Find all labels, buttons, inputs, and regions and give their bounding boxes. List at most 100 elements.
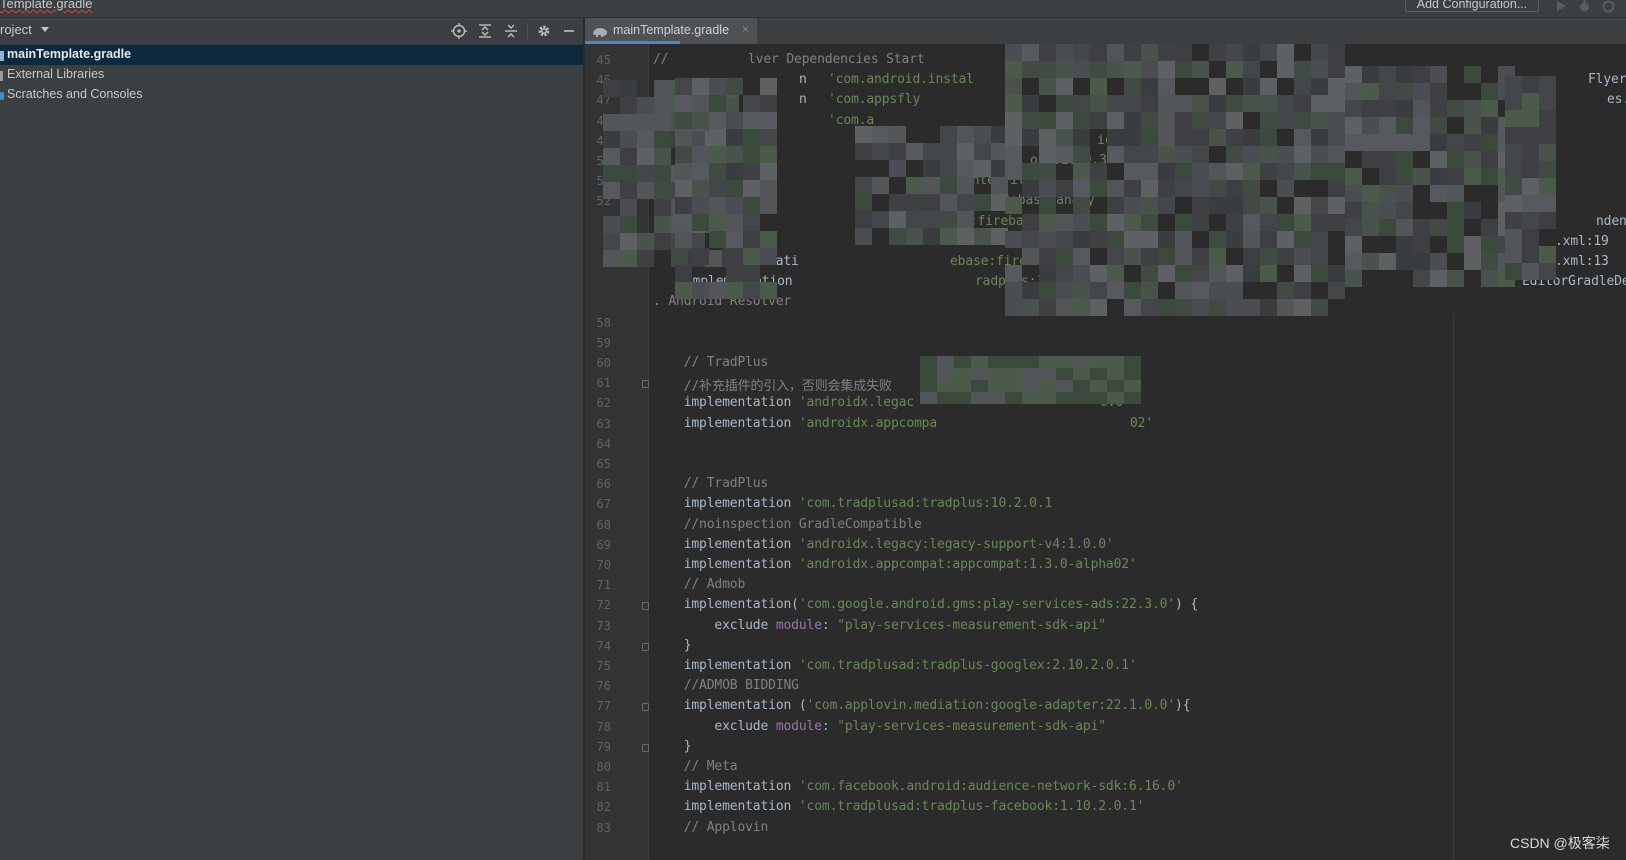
code-token: 'androidx.appcompat:appcompat:1.3.0-alph…: [798, 557, 1137, 572]
code-token: }: [653, 637, 692, 653]
line-number: 74: [596, 638, 611, 653]
line-number: 80: [596, 760, 611, 774]
code-token: EditorGradleDep: [1522, 274, 1626, 290]
code-token: .xml:19: [1555, 233, 1609, 249]
code-token: //: [653, 52, 677, 67]
code-token: exclude: [653, 617, 776, 633]
code-line: // Admob: [653, 577, 1623, 592]
code-line: exclude module: "play-services-measureme…: [653, 719, 1623, 734]
minimize-icon[interactable]: [561, 23, 577, 39]
code-token: //noinspection GradleCompatible: [653, 516, 922, 532]
code-token: 'com.google.android.gms:play-services-ad…: [798, 597, 1176, 613]
code-token: // Meta: [653, 759, 738, 774]
code-token: implementation: [653, 658, 799, 673]
expand-all-icon[interactable]: [477, 23, 493, 39]
code-token: "play-services-measurement-sdk-api": [837, 617, 1106, 633]
debug-icon[interactable]: [1578, 0, 1591, 13]
add-configuration-button[interactable]: Add Configuration...: [1405, 0, 1539, 12]
collapse-all-icon[interactable]: [503, 23, 519, 39]
scratches-icon: [0, 90, 6, 100]
project-view-selector[interactable]: roject: [0, 22, 32, 37]
line-number: 58: [596, 315, 611, 330]
code-token: 'com.applovin.mediation:google-adapter:2…: [806, 698, 1176, 714]
code-line: implementation 'androidx.appcompa 02': [653, 416, 1623, 431]
code-token: }: [653, 738, 692, 754]
watermark: CSDN @极客柒: [1510, 835, 1610, 851]
fold-marker-icon[interactable]: [642, 380, 649, 389]
line-number: 62: [596, 396, 611, 411]
code-token: 'com.tradplusad:tradplus:10.2.0.1: [798, 496, 1053, 512]
line-number: 76: [596, 679, 611, 694]
code-token: FlyerD: [1588, 72, 1626, 88]
code-token: implementation: [653, 779, 799, 795]
code-token: ebase:firebase-com: [950, 254, 1089, 269]
tree-item-external-libraries[interactable]: External Libraries: [0, 65, 583, 85]
tree-item-scratches[interactable]: Scratches and Consoles: [0, 85, 583, 105]
code-token: firebase:firebase-analy: [918, 193, 1095, 209]
run-icon[interactable]: [1555, 0, 1568, 13]
line-number: 69: [596, 537, 611, 552]
code-line: //noinspection GradleCompatible: [653, 517, 1623, 532]
code-token: implementation: [653, 415, 799, 431]
code-line: implementation 'androidx.legac 0.0': [653, 395, 1623, 410]
locate-icon[interactable]: [451, 23, 467, 39]
gutter-divider: [648, 44, 649, 860]
code-line: // TradPlus: [653, 355, 1623, 370]
line-number: 63: [596, 416, 611, 431]
code-line: // Applovin: [653, 820, 1623, 835]
editor-tab-bar: mainTemplate.gradle ×: [585, 18, 1626, 44]
header-divider: [527, 23, 528, 39]
close-icon[interactable]: ×: [742, 22, 749, 36]
fold-marker-icon[interactable]: [642, 602, 649, 611]
chevron-down-icon[interactable]: [41, 27, 49, 32]
code-token: ) {: [1175, 597, 1199, 613]
fold-marker-icon[interactable]: [642, 642, 649, 651]
line-number: 66: [596, 477, 611, 492]
line-number: 77: [596, 699, 611, 714]
gear-icon[interactable]: [536, 23, 552, 39]
code-line: //补充插件的引入，否则会集成失败: [653, 375, 1623, 394]
line-number: 60: [596, 356, 611, 370]
code-token: 'androidx.appcompa: [798, 415, 938, 431]
code-line: // lver Dependencies Start: [653, 52, 1623, 67]
library-icon: [0, 70, 4, 81]
code-line: exclude module: "play-services-measureme…: [653, 618, 1623, 633]
code-token: implementation(: [653, 597, 799, 613]
code-token: implementation: [653, 536, 799, 552]
code-token: . Android Resolver: [653, 294, 799, 310]
project-tool-window: roject mainTemplate.gradle External Libr…: [0, 18, 584, 860]
file-icon: [0, 50, 4, 61]
line-number: 46: [596, 73, 611, 88]
fold-marker-icon[interactable]: [642, 743, 649, 752]
code-line: }: [653, 739, 1623, 754]
code-token: // TradPlus: [653, 476, 769, 492]
code-token: implementation: [653, 395, 799, 411]
line-number: 81: [596, 780, 611, 795]
code-token: 'com.appsfly: [828, 92, 921, 108]
code-token: ndenc: [1596, 213, 1626, 229]
fold-marker-icon[interactable]: [642, 703, 649, 712]
code-line: . Android Resolver: [653, 294, 1623, 309]
title-bar: Template.gradle Add Configuration...: [0, 0, 1626, 18]
tree-item-label: External Libraries: [7, 67, 105, 81]
code-token: e.firebase:firebase-anal: [893, 213, 1078, 229]
code-line: implementation('com.google.android.gms:p…: [653, 597, 1623, 612]
profile-icon[interactable]: [1602, 0, 1615, 13]
line-number: 82: [596, 800, 611, 815]
tab-main-template[interactable]: mainTemplate.gradle ×: [585, 18, 757, 44]
code-token: 'com.tradplusad:tradplus-googlex:2.10.2.…: [798, 658, 1137, 673]
line-number: 47: [596, 93, 611, 108]
code-line: implementation 'com.tradplusad:tradplus:…: [653, 496, 1623, 511]
editor[interactable]: mainTemplate.gradle × 45 46 47 48 49 50 51 52 58…: [585, 18, 1626, 860]
line-number: 79: [596, 739, 611, 754]
code-line: implementation 'com.facebook.android:aud…: [653, 779, 1623, 794]
line-number: 61: [596, 376, 611, 391]
line-number: 52: [596, 194, 611, 209]
code-token: //ADMOB BIDDING: [653, 678, 799, 694]
code-token: ice: [1097, 132, 1121, 148]
line-number: 49: [596, 133, 611, 148]
code-token: n: [799, 92, 815, 108]
code-token: 'androidx.legacy:legacy-support-v4:1.0.0…: [798, 536, 1114, 552]
tree-item-main-template[interactable]: mainTemplate.gradle: [0, 45, 583, 65]
file-title: Template.gradle: [0, 0, 93, 11]
